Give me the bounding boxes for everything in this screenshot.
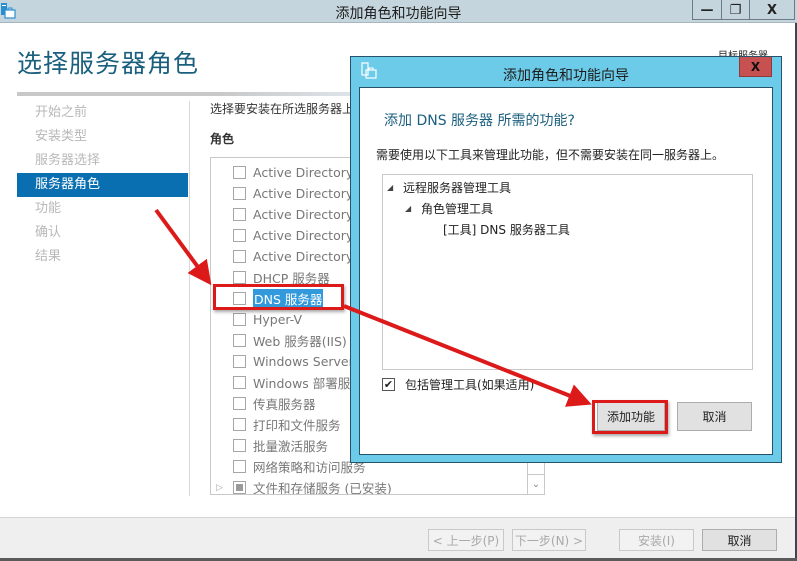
role-item[interactable]: Active Directory	[211, 246, 353, 267]
dns-role-highlight	[213, 284, 344, 310]
previous-button[interactable]: < 上一步(P)	[428, 529, 504, 551]
minimize-icon: —	[700, 2, 714, 18]
role-checkbox[interactable]	[233, 355, 246, 368]
nav-item-confirmation[interactable]: 确认	[17, 221, 188, 245]
role-item[interactable]: Active Directory	[211, 162, 353, 183]
dialog-cancel-button[interactable]: 取消	[677, 402, 752, 431]
restore-icon: ❐	[729, 2, 742, 18]
install-button[interactable]: 安装(I)	[619, 529, 694, 551]
role-item[interactable]: 打印和文件服务	[211, 414, 341, 435]
role-checkbox[interactable]	[233, 229, 246, 242]
close-button[interactable]: X	[749, 0, 794, 20]
dialog-close-button[interactable]: X	[739, 57, 772, 77]
close-icon: X	[750, 59, 761, 74]
window-title: 添加角色和功能向导	[335, 6, 462, 22]
nav-item-results[interactable]: 结果	[17, 245, 188, 269]
nav-item-server-selection[interactable]: 服务器选择	[17, 149, 188, 173]
role-checkbox[interactable]	[233, 481, 246, 494]
role-item[interactable]: 网络策略和访问服务	[211, 456, 366, 477]
role-checkbox[interactable]	[233, 376, 246, 389]
title-divider	[17, 92, 357, 96]
include-tools-checkbox[interactable]: ✔	[382, 378, 395, 391]
add-features-dialog: 添加角色和功能向导 X 添加 DNS 服务器 所需的功能? 需要使用以下工具来管…	[350, 56, 782, 463]
role-item[interactable]: ▷ 文件和存储服务 (已安装)	[211, 477, 392, 494]
wizard-footer: < 上一步(P) 下一步(N) > 安装(I) 取消	[0, 517, 795, 561]
role-checkbox[interactable]	[233, 250, 246, 263]
roles-header: 角色	[210, 132, 235, 146]
role-checkbox[interactable]	[233, 166, 246, 179]
role-checkbox[interactable]	[233, 418, 246, 431]
role-item[interactable]: Windows Server	[211, 351, 354, 372]
role-item[interactable]: Active Directory	[211, 225, 353, 246]
tree-node[interactable]: ◢ 远程服务器管理工具	[387, 179, 511, 196]
role-item[interactable]: Hyper-V	[211, 309, 302, 330]
nav-divider	[189, 101, 190, 496]
role-item[interactable]: 批量激活服务	[211, 435, 328, 456]
expanded-triangle-icon[interactable]: ◢	[387, 183, 403, 192]
role-item[interactable]: Active Directory	[211, 204, 353, 225]
roles-description: 选择要安装在所选服务器上	[210, 102, 355, 116]
dialog-question: 添加 DNS 服务器 所需的功能?	[384, 113, 575, 129]
role-checkbox[interactable]	[233, 439, 246, 452]
include-tools-option[interactable]: ✔ 包括管理工具(如果适用)	[382, 376, 534, 393]
cancel-button[interactable]: 取消	[702, 529, 777, 551]
minimize-button[interactable]: —	[693, 0, 721, 20]
dialog-title: 添加角色和功能向导	[503, 68, 629, 84]
page-title: 选择服务器角色	[17, 49, 200, 78]
window-controls: — ❐ X	[692, 0, 795, 20]
wizard-nav: 开始之前 安装类型 服务器选择 服务器角色 功能 确认 结果	[17, 101, 188, 269]
add-features-highlight	[592, 400, 668, 434]
title-bar: 添加角色和功能向导 — ❐ X	[0, 0, 797, 23]
nav-item-installation-type[interactable]: 安装类型	[17, 125, 188, 149]
next-button[interactable]: 下一步(N) >	[512, 529, 586, 551]
chevron-down-icon: ⌄	[531, 479, 541, 490]
include-tools-label: 包括管理工具(如果适用)	[405, 378, 535, 392]
restore-button[interactable]: ❐	[721, 0, 749, 20]
nav-item-before-you-begin[interactable]: 开始之前	[17, 101, 188, 125]
dialog-description: 需要使用以下工具来管理此功能，但不需要安装在同一服务器上。	[376, 148, 725, 162]
features-tree[interactable]: ◢ 远程服务器管理工具 ◢ 角色管理工具 [工具] DNS 服务器工具	[382, 174, 753, 370]
role-item[interactable]: Active Directory	[211, 183, 353, 204]
role-checkbox[interactable]	[233, 208, 246, 221]
nav-item-server-roles[interactable]: 服务器角色	[17, 173, 188, 197]
role-checkbox[interactable]	[233, 187, 246, 200]
role-item[interactable]: 传真服务器	[211, 393, 316, 414]
role-checkbox[interactable]	[233, 313, 246, 326]
dialog-body: 添加 DNS 服务器 所需的功能? 需要使用以下工具来管理此功能，但不需要安装在…	[359, 87, 773, 455]
role-item[interactable]: Web 服务器(IIS)	[211, 330, 347, 351]
expand-icon[interactable]: ▷	[211, 483, 233, 493]
nav-item-features[interactable]: 功能	[17, 197, 188, 221]
close-icon: X	[766, 2, 778, 18]
role-checkbox[interactable]	[233, 334, 246, 347]
tree-node[interactable]: [工具] DNS 服务器工具	[443, 221, 570, 238]
role-checkbox[interactable]	[233, 460, 246, 473]
expanded-triangle-icon[interactable]: ◢	[405, 204, 421, 213]
role-checkbox[interactable]	[233, 271, 246, 284]
role-checkbox[interactable]	[233, 397, 246, 410]
scroll-down-button[interactable]: ⌄	[527, 474, 544, 494]
tree-node[interactable]: ◢ 角色管理工具	[405, 200, 493, 217]
role-item[interactable]: Windows 部署服务	[211, 372, 363, 393]
